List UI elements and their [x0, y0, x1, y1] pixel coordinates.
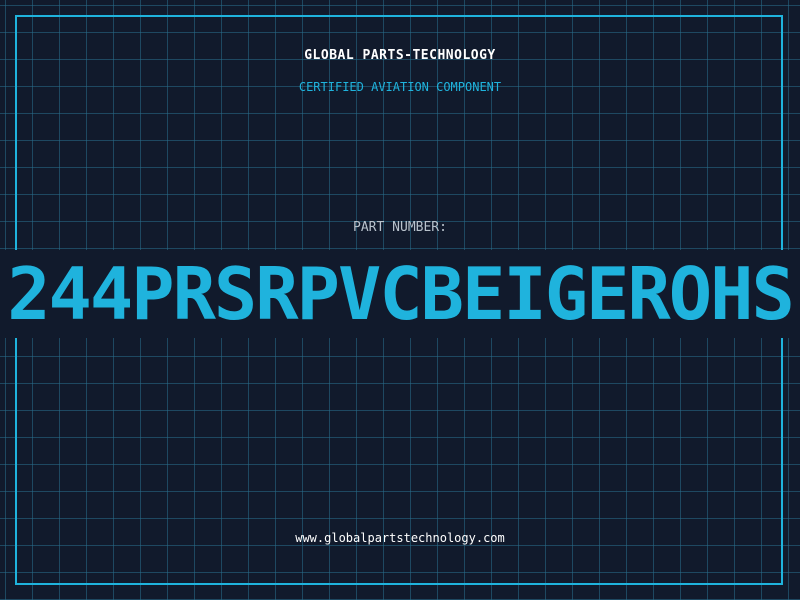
company-name: GLOBAL PARTS-TECHNOLOGY: [304, 48, 496, 63]
part-number-value: 244PRSRPVCBEIGEROHS: [7, 252, 795, 336]
website-url[interactable]: www.globalpartstechnology.com: [0, 531, 800, 545]
label-canvas: GLOBAL PARTS-TECHNOLOGY CERTIFIED AVIATI…: [0, 0, 800, 600]
part-number-band: 244PRSRPVCBEIGEROHS: [0, 250, 800, 338]
part-number-label: PART NUMBER:: [353, 220, 447, 235]
certification-tagline: CERTIFIED AVIATION COMPONENT: [298, 80, 502, 94]
